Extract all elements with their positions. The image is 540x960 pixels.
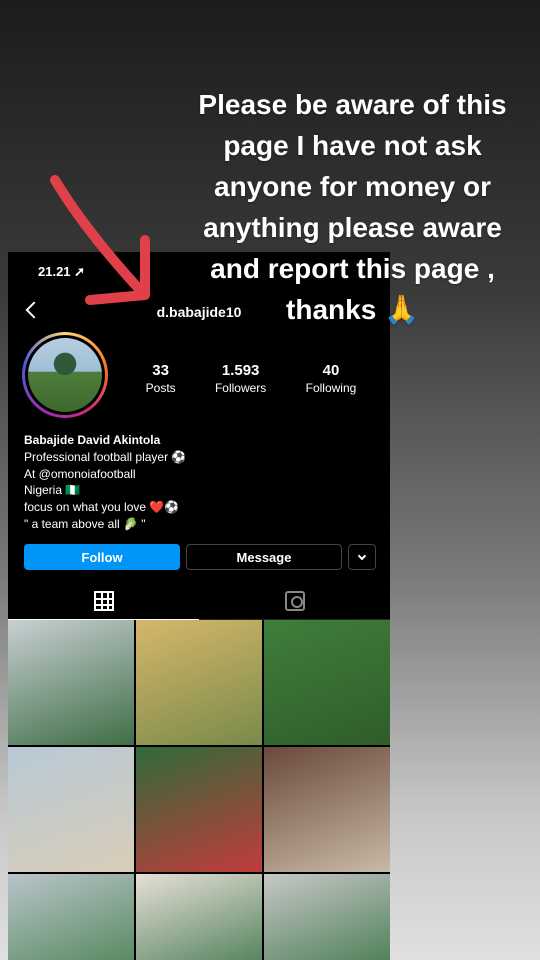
tab-tagged[interactable]: [199, 582, 390, 619]
stat-posts-value: 33: [152, 362, 169, 379]
grid-icon: [93, 590, 114, 611]
post-thumbnail[interactable]: [136, 874, 262, 960]
profile-bio: Babajide David Akintola Professional foo…: [24, 432, 186, 533]
post-thumbnail[interactable]: [264, 874, 390, 960]
stat-followers[interactable]: 1.593 Followers: [215, 362, 266, 395]
instagram-profile-screenshot: 21.21 ➚ d.babajide10 33 Posts 1.593 Foll…: [8, 252, 390, 960]
stat-following-label: Following: [305, 381, 357, 395]
avatar-image: [28, 338, 102, 412]
bio-line: " a team above all 🥬 ": [24, 516, 146, 531]
follow-button[interactable]: Follow: [24, 544, 180, 570]
stat-posts[interactable]: 33 Posts: [146, 362, 176, 395]
post-thumbnail[interactable]: [136, 620, 262, 745]
post-thumbnail[interactable]: [264, 620, 390, 745]
tagged-person-icon: [284, 590, 305, 611]
bio-line[interactable]: At @omonoiafootball: [24, 466, 186, 483]
photo-grid: [8, 620, 390, 960]
stat-posts-label: Posts: [145, 381, 176, 395]
stat-following[interactable]: 40 Following: [306, 362, 357, 395]
bio-name: Babajide David Akintola: [24, 433, 161, 447]
post-thumbnail[interactable]: [264, 747, 390, 872]
post-thumbnail[interactable]: [8, 747, 134, 872]
red-arrow-annotation: [50, 175, 150, 305]
profile-actions: Follow Message: [24, 544, 376, 570]
suggested-accounts-button[interactable]: [348, 544, 376, 570]
post-thumbnail[interactable]: [136, 747, 262, 872]
bio-line: Professional football player ⚽: [24, 449, 187, 464]
story-message-text: Please be aware of this page I have not …: [198, 89, 507, 325]
stat-followers-label: Followers: [214, 381, 267, 395]
stat-following-value: 40: [322, 362, 340, 379]
post-thumbnail[interactable]: [8, 620, 134, 745]
chevron-down-icon: [357, 551, 367, 560]
post-thumbnail[interactable]: [8, 874, 134, 960]
message-button[interactable]: Message: [186, 544, 342, 570]
story-message: Please be aware of this page I have not …: [175, 84, 530, 330]
profile-tabs: [8, 582, 390, 620]
bio-line: focus on what you love ❤️⚽: [24, 500, 180, 515]
praying-hands-emoji: 🙏: [384, 294, 419, 325]
bio-line: Nigeria 🇳🇬: [24, 483, 81, 498]
tab-posts-grid[interactable]: [8, 582, 199, 620]
profile-stats: 33 Posts 1.593 Followers 40 Following: [126, 362, 376, 395]
stat-followers-value: 1.593: [221, 362, 260, 379]
avatar[interactable]: [22, 332, 108, 418]
